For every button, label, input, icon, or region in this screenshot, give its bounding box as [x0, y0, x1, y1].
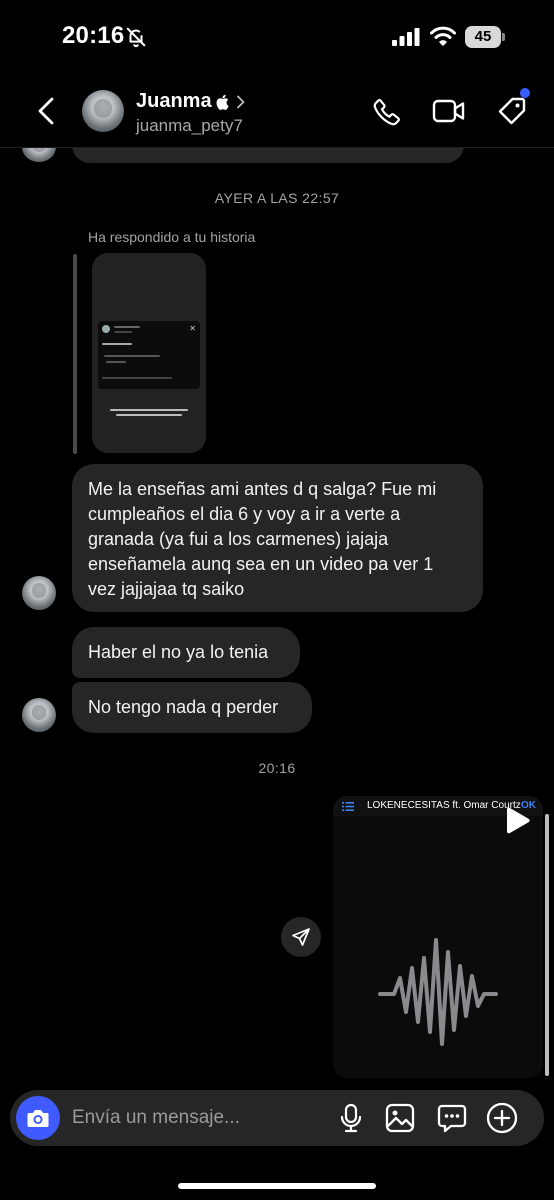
home-indicator[interactable]	[178, 1183, 376, 1189]
story-reply-label: Ha respondido a tu historia	[88, 229, 256, 245]
plus-icon[interactable]	[486, 1102, 518, 1134]
contact-avatar-small	[22, 576, 56, 610]
battery-icon: 45	[465, 26, 505, 48]
message-bubble[interactable]: No tengo nada q perder	[72, 682, 312, 733]
story-thumbnail[interactable]: ✕	[92, 253, 206, 453]
battery-cap	[502, 33, 505, 41]
camera-button[interactable]	[16, 1096, 60, 1140]
apple-icon	[216, 94, 229, 110]
story-caption	[106, 407, 192, 421]
contact-username[interactable]: juanma_pety7	[136, 116, 243, 136]
story-tweet-card: ✕	[98, 321, 200, 389]
camera-icon	[27, 1110, 49, 1127]
contact-avatar[interactable]	[82, 90, 124, 132]
back-arrow-icon[interactable]	[34, 96, 58, 126]
wifi-icon	[430, 26, 456, 46]
message-input[interactable]	[72, 1105, 322, 1131]
phone-icon[interactable]	[372, 97, 402, 127]
battery-level: 45	[465, 26, 501, 48]
list-icon	[342, 802, 354, 811]
chevron-right-icon[interactable]	[236, 95, 245, 109]
chat-header: Juanma juanma_pety7	[0, 76, 554, 148]
contact-avatar-small	[22, 698, 56, 732]
media-scrollbar[interactable]	[545, 814, 549, 1076]
sticker-icon[interactable]	[437, 1103, 467, 1133]
video-camera-icon[interactable]	[432, 98, 466, 124]
tag-icon[interactable]	[497, 96, 527, 126]
bell-off-icon	[126, 27, 146, 48]
media-title: LOKENECESITAS ft. Omar Courtz	[367, 800, 521, 811]
status-bar: 20:16 45	[0, 0, 554, 76]
x-logo-icon: ✕	[189, 324, 196, 333]
share-button[interactable]	[281, 917, 321, 957]
microphone-icon[interactable]	[340, 1103, 362, 1133]
signal-icon	[392, 28, 420, 46]
share-icon	[292, 928, 310, 946]
message-composer	[10, 1090, 544, 1146]
gallery-icon[interactable]	[385, 1103, 415, 1133]
time-separator: 20:16	[258, 760, 296, 776]
waveform-icon	[378, 938, 498, 1046]
message-bubble[interactable]: Me la enseñas ami antes d q salga? Fue m…	[72, 464, 483, 612]
reply-indicator-line	[73, 254, 77, 454]
play-icon[interactable]	[502, 806, 532, 838]
notification-dot	[520, 88, 530, 98]
message-bubble[interactable]: Haber el no ya lo tenia	[72, 627, 300, 678]
date-separator: AYER A LAS 22:57	[214, 190, 340, 206]
story-card-avatar	[102, 325, 110, 333]
contact-name[interactable]: Juanma	[136, 90, 212, 113]
status-time: 20:16	[62, 22, 125, 49]
